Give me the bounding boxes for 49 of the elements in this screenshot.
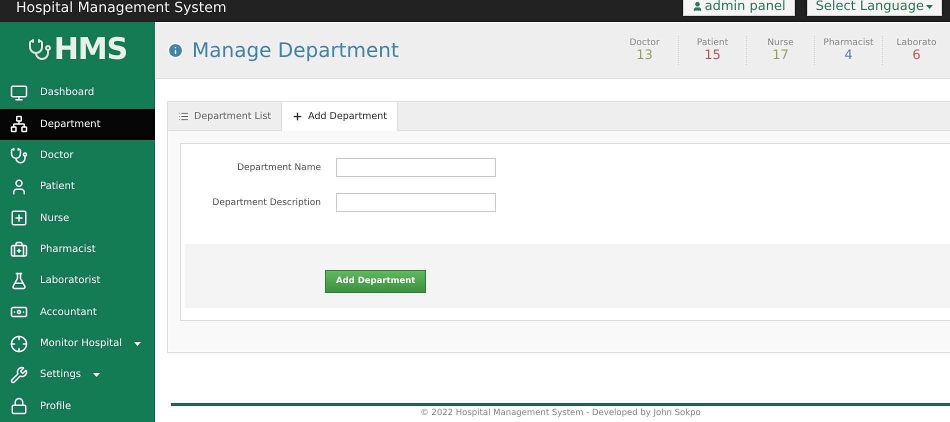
sidebar-item[interactable]: Dashboard <box>0 77 155 109</box>
sidebar-item[interactable]: Settings <box>0 359 155 391</box>
stat-label: Nurse <box>767 38 794 48</box>
app-title: Hospital Management System <box>16 0 226 17</box>
language-dropdown[interactable]: Select Language <box>806 0 942 16</box>
menu-icon <box>10 272 28 290</box>
sidebar-item[interactable]: Doctor <box>0 140 155 172</box>
sidebar-item[interactable]: Accountant <box>0 296 155 328</box>
admin-panel-button[interactable]: admin panel <box>682 0 795 16</box>
add-department-button[interactable]: Add Department <box>325 270 426 292</box>
menu-icon <box>10 84 28 102</box>
stat-value: 15 <box>704 48 721 62</box>
menu-icon <box>10 240 28 259</box>
menu-icon <box>10 366 28 384</box>
menu-icon <box>10 178 28 196</box>
sidebar-item[interactable]: Profile <box>0 390 155 422</box>
field-label: Department Description <box>211 198 321 208</box>
sidebar-item[interactable]: Monitor Hospital <box>0 328 155 360</box>
tab[interactable]: Add Department <box>282 102 398 131</box>
info-icon <box>167 42 184 58</box>
stat-label: Patient <box>696 38 728 48</box>
sidebar-item[interactable]: Patient <box>0 171 155 203</box>
sidebar-item[interactable]: Nurse <box>0 202 155 234</box>
list-icon <box>178 110 189 122</box>
user-icon <box>692 1 703 12</box>
stat-label: Laborato <box>896 38 936 48</box>
caret-icon <box>926 4 933 8</box>
sidebar-item[interactable]: Pharmacist <box>0 234 155 266</box>
menu-icon <box>10 146 28 165</box>
logo-text: HMS <box>54 32 128 68</box>
stat-label: Pharmacist <box>823 38 874 48</box>
menu-icon <box>10 209 28 228</box>
field-label: Department Name <box>236 162 321 172</box>
input-field[interactable] <box>336 158 496 177</box>
stat-value: 4 <box>844 48 853 62</box>
page-title: Manage Department <box>192 38 399 62</box>
menu-icon <box>10 115 28 134</box>
stat-value: 13 <box>636 48 653 62</box>
menu-icon <box>10 397 28 416</box>
sidebar-item[interactable]: Department <box>0 108 155 140</box>
stat-value: 17 <box>772 48 789 62</box>
stat-label: Doctor <box>629 38 660 48</box>
stethoscope-logo-icon <box>28 38 52 62</box>
input-field[interactable] <box>336 193 496 212</box>
sidebar-item[interactable]: Laboratorist <box>0 265 155 297</box>
stat-value: 6 <box>912 48 921 62</box>
footer-text: © 2022 Hospital Management System - Developed by John Sokpo <box>420 407 701 420</box>
menu-icon <box>10 334 28 353</box>
plus-icon <box>292 111 304 122</box>
